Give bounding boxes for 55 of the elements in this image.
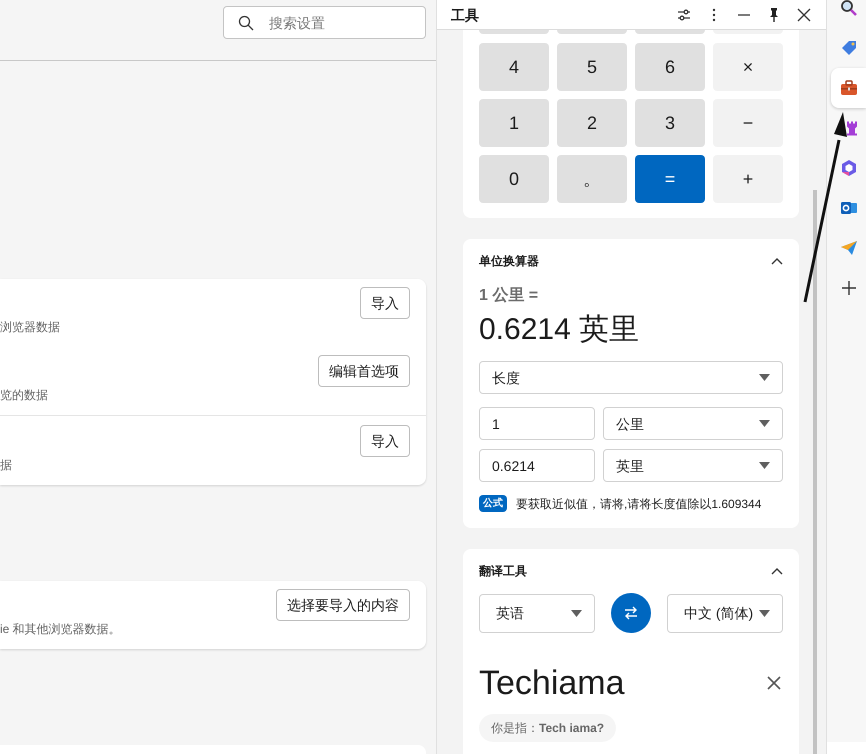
card-title: 翻译工具: [479, 563, 527, 579]
settings-button[interactable]: 导入: [360, 425, 410, 457]
caret-icon: [759, 610, 770, 616]
conversion-result: 0.6214 英里: [479, 312, 640, 348]
calculator-key[interactable]: 1: [479, 99, 549, 147]
chevron-icon[interactable]: [771, 257, 783, 265]
value-field[interactable]: 1: [479, 407, 595, 440]
caret-icon: [571, 610, 582, 616]
calculator-key[interactable]: 。: [557, 155, 627, 203]
clear-icon[interactable]: [767, 676, 781, 690]
source-text: Techiama: [479, 663, 625, 703]
calculator-key[interactable]: 3: [635, 99, 705, 147]
calculator-key[interactable]: =: [635, 155, 705, 203]
caret-icon: [759, 420, 770, 427]
search-icon: [838, 0, 858, 18]
toolbox-icon: [838, 78, 858, 98]
settings-button[interactable]: 编辑首选项: [318, 355, 410, 387]
panel-title: 工具: [451, 6, 479, 24]
calculator-key[interactable]: 4: [479, 43, 549, 91]
setting-description: ie 和其他浏览器数据。: [0, 621, 122, 637]
calculator-key[interactable]: 0: [479, 155, 549, 203]
search-icon: [238, 15, 254, 31]
search-field[interactable]: 搜索设置: [223, 6, 426, 39]
dropdown[interactable]: 长度: [479, 361, 783, 394]
calculator-key[interactable]: 5: [557, 43, 627, 91]
dropdown[interactable]: 中文 (简体): [667, 594, 783, 632]
calculator-key[interactable]: 6: [635, 43, 705, 91]
caret-icon: [759, 462, 770, 469]
calculator-key[interactable]: 2: [557, 99, 627, 147]
card-title: 单位换算器: [479, 253, 539, 269]
swap-icon: [623, 606, 639, 620]
scrollbar[interactable]: [813, 190, 817, 754]
chevron-icon[interactable]: [771, 567, 783, 575]
settings-icon[interactable]: [676, 6, 692, 22]
calculator-key[interactable]: −: [713, 99, 783, 147]
dropdown[interactable]: 英里: [603, 449, 783, 482]
swap-button[interactable]: [611, 593, 651, 633]
close-icon[interactable]: [796, 6, 812, 22]
settings-button[interactable]: 导入: [360, 287, 410, 319]
setting-description: 览的数据: [0, 387, 49, 403]
formula-text: 要获取近似值，请将,请将长度值除以1.609344: [516, 496, 762, 512]
suggestion-chip[interactable]: 你是指：Tech iama?: [479, 714, 616, 742]
caret-icon: [759, 374, 770, 381]
sidebar-item[interactable]: [831, 68, 866, 108]
dropdown[interactable]: 公里: [603, 407, 783, 440]
setting-description: 浏览器数据: [0, 319, 61, 335]
setting-description: 据: [0, 457, 13, 473]
calculator-key[interactable]: ×: [713, 43, 783, 91]
chess-rook-icon: [846, 120, 858, 136]
value-field[interactable]: 0.6214: [479, 449, 595, 482]
formula-badge: 公式: [479, 495, 507, 512]
dropdown[interactable]: 英语: [479, 594, 595, 632]
settings-button[interactable]: 选择要导入的内容: [276, 589, 410, 621]
conversion-summary: 1 公里 =: [479, 286, 540, 306]
calculator-key[interactable]: +: [713, 155, 783, 203]
